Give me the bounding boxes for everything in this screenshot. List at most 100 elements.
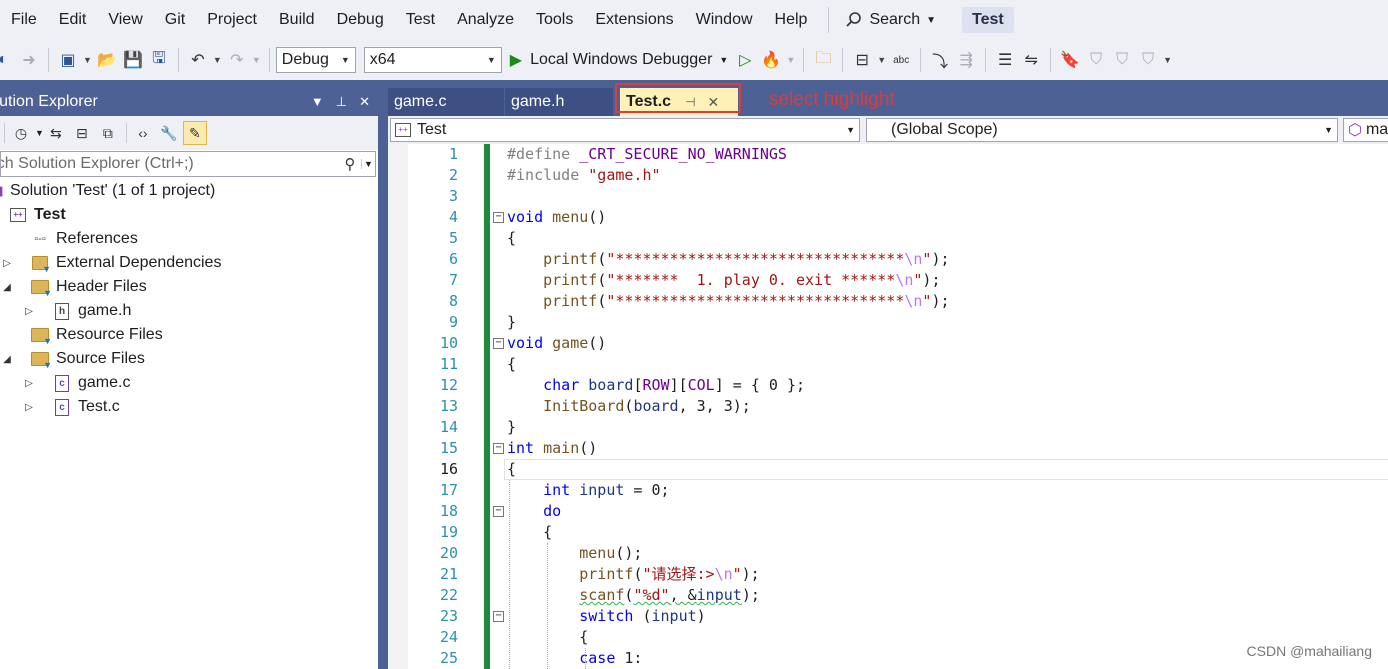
code-text[interactable]: #include "game.h" [507, 165, 661, 186]
code-text[interactable]: { [507, 522, 552, 543]
search-button[interactable]: Search ▼ [837, 11, 942, 29]
chevron-down-icon[interactable]: ▼ [719, 55, 728, 65]
code-text[interactable]: { [507, 459, 516, 480]
code-text[interactable]: #define _CRT_SECURE_NO_WARNINGS [507, 144, 787, 165]
code-line[interactable]: 24 { [388, 627, 1388, 648]
expand-arrow-icon[interactable]: ▷ [22, 402, 36, 413]
tab-game-h[interactable]: game.h [505, 88, 613, 116]
member-dropdown[interactable]: ⬡ ma [1343, 118, 1388, 142]
code-text[interactable]: int main() [507, 438, 597, 459]
close-icon[interactable]: ✕ [359, 94, 370, 110]
pending-changes-icon[interactable]: ◷ [9, 121, 33, 145]
solution-search-input[interactable] [1, 153, 339, 175]
code-line[interactable]: 1 #define _CRT_SECURE_NO_WARNINGS [388, 144, 1388, 165]
code-text[interactable]: int input = 0; [507, 480, 669, 501]
menu-help[interactable]: Help [764, 11, 819, 29]
code-line[interactable]: 10 − void game() [388, 333, 1388, 354]
step-over-icon[interactable]: ⇶ [955, 49, 977, 71]
collapse-region-icon[interactable]: − [493, 506, 504, 517]
chevron-down-icon[interactable]: ▼ [252, 55, 261, 65]
code-line[interactable]: 25 case 1: [388, 648, 1388, 669]
undo-icon[interactable]: ↶ [187, 49, 209, 71]
collapse-region-icon[interactable]: − [493, 212, 504, 223]
toolbar-overflow-icon[interactable]: ▼ [1163, 55, 1172, 65]
menu-view[interactable]: View [97, 11, 153, 29]
tree-item-header-files[interactable]: ◢ Header Files [0, 275, 147, 299]
uncomment-lines-icon[interactable]: ⇋ [1020, 49, 1042, 71]
menu-test[interactable]: Test [395, 11, 446, 29]
redo-icon[interactable]: ↷ [226, 49, 248, 71]
comment-lines-icon[interactable]: ☰ [994, 49, 1016, 71]
tree-item-project[interactable]: ++ Test [8, 203, 66, 227]
save-icon[interactable]: 💾 [122, 49, 144, 71]
code-text[interactable]: char board[ROW][COL] = { 0 }; [507, 375, 805, 396]
menu-window[interactable]: Window [685, 11, 764, 29]
spell-check-icon[interactable]: abc [890, 49, 912, 71]
tree-item-resource-files[interactable]: Resource Files [30, 323, 163, 347]
code-line[interactable]: 8 printf("******************************… [388, 291, 1388, 312]
code-line[interactable]: 16 { [388, 459, 1388, 480]
next-bookmark-icon[interactable]: ⛉ [1111, 49, 1133, 71]
step-into-icon[interactable]: ⤵ [929, 49, 951, 71]
code-editor[interactable]: 1 #define _CRT_SECURE_NO_WARNINGS 2 #includ… [388, 144, 1388, 669]
menu-project[interactable]: Project [196, 11, 268, 29]
code-text[interactable]: switch (input) [507, 606, 705, 627]
tree-item-references[interactable]: ▫-▫ References [30, 227, 138, 251]
menu-extensions[interactable]: Extensions [584, 11, 684, 29]
clear-bookmarks-icon[interactable]: ⛉ [1137, 49, 1159, 71]
find-in-files-icon[interactable]: 🗀 [812, 49, 834, 71]
chevron-down-icon[interactable]: ▼ [83, 55, 92, 65]
chevron-down-icon[interactable]: ▼ [786, 55, 795, 65]
menu-file[interactable]: File [0, 11, 48, 29]
menu-tools[interactable]: Tools [525, 11, 584, 29]
code-line[interactable]: 13 InitBoard(board, 3, 3); [388, 396, 1388, 417]
tree-item-external-dependencies[interactable]: ▷ External Dependencies [0, 251, 221, 275]
code-line[interactable]: 9} [388, 312, 1388, 333]
collapse-region-icon[interactable]: − [493, 443, 504, 454]
code-text[interactable]: { [507, 228, 516, 249]
code-line[interactable]: 4 − void menu() [388, 207, 1388, 228]
expand-arrow-icon[interactable]: ▷ [22, 306, 36, 317]
code-text[interactable]: InitBoard(board, 3, 3); [507, 396, 751, 417]
start-without-debugging-icon[interactable]: ▷ [734, 49, 756, 71]
menu-edit[interactable]: Edit [48, 11, 98, 29]
bookmark-icon[interactable]: 🔖 [1059, 49, 1081, 71]
window-layout-icon[interactable]: ⊟ [851, 49, 873, 71]
navigate-back-icon[interactable]: ◐ [0, 49, 14, 71]
search-options-dropdown[interactable]: ▼ [361, 159, 375, 169]
code-text[interactable]: printf("********************************… [507, 291, 949, 312]
chevron-down-icon[interactable]: ▼ [877, 55, 886, 65]
code-text[interactable]: menu(); [507, 543, 642, 564]
collapse-arrow-icon[interactable]: ◢ [0, 354, 14, 365]
code-line[interactable]: 3 [388, 186, 1388, 207]
show-all-files-icon[interactable]: ⧉ [96, 121, 120, 145]
tree-item-game-c[interactable]: ▷ c game.c [22, 371, 130, 395]
code-line[interactable]: 19 { [388, 522, 1388, 543]
code-text[interactable]: scanf("%d", &input); [507, 585, 760, 606]
code-line[interactable]: 12 char board[ROW][COL] = { 0 }; [388, 375, 1388, 396]
sync-with-document-icon[interactable]: ⇆ [44, 121, 68, 145]
code-text[interactable]: { [507, 354, 516, 375]
code-line[interactable]: 20 menu(); [388, 543, 1388, 564]
previous-bookmark-icon[interactable]: ⛉ [1085, 49, 1107, 71]
code-line[interactable]: 21 printf("请选择:>\n"); [388, 564, 1388, 585]
code-text[interactable]: printf("********************************… [507, 249, 949, 270]
preview-selected-items-icon[interactable]: ✎ [182, 121, 207, 145]
code-line[interactable]: 5{ [388, 228, 1388, 249]
code-text[interactable]: } [507, 417, 516, 438]
code-line[interactable]: 15 − int main() [388, 438, 1388, 459]
configuration-dropdown[interactable]: Debug ▼ [275, 47, 356, 73]
scope-dropdown[interactable]: (Global Scope) ▼ [866, 118, 1338, 142]
code-line[interactable]: 6 printf("******************************… [388, 249, 1388, 270]
pin-icon[interactable]: ⊥ [336, 94, 347, 110]
start-debugging-button[interactable]: ▶ Local Windows Debugger ▼ [510, 50, 729, 70]
code-text[interactable]: printf("请选择:>\n"); [507, 564, 759, 585]
code-text[interactable]: do [507, 501, 561, 522]
code-line[interactable]: 14} [388, 417, 1388, 438]
chevron-down-icon[interactable]: ▼ [213, 55, 222, 65]
save-all-icon[interactable]: 🖫 [148, 49, 170, 71]
code-line[interactable]: 2 #include "game.h" [388, 165, 1388, 186]
hot-reload-icon[interactable]: 🔥 [760, 49, 782, 71]
collapse-region-icon[interactable]: − [493, 338, 504, 349]
collapse-all-icon[interactable]: ⊟ [70, 121, 94, 145]
